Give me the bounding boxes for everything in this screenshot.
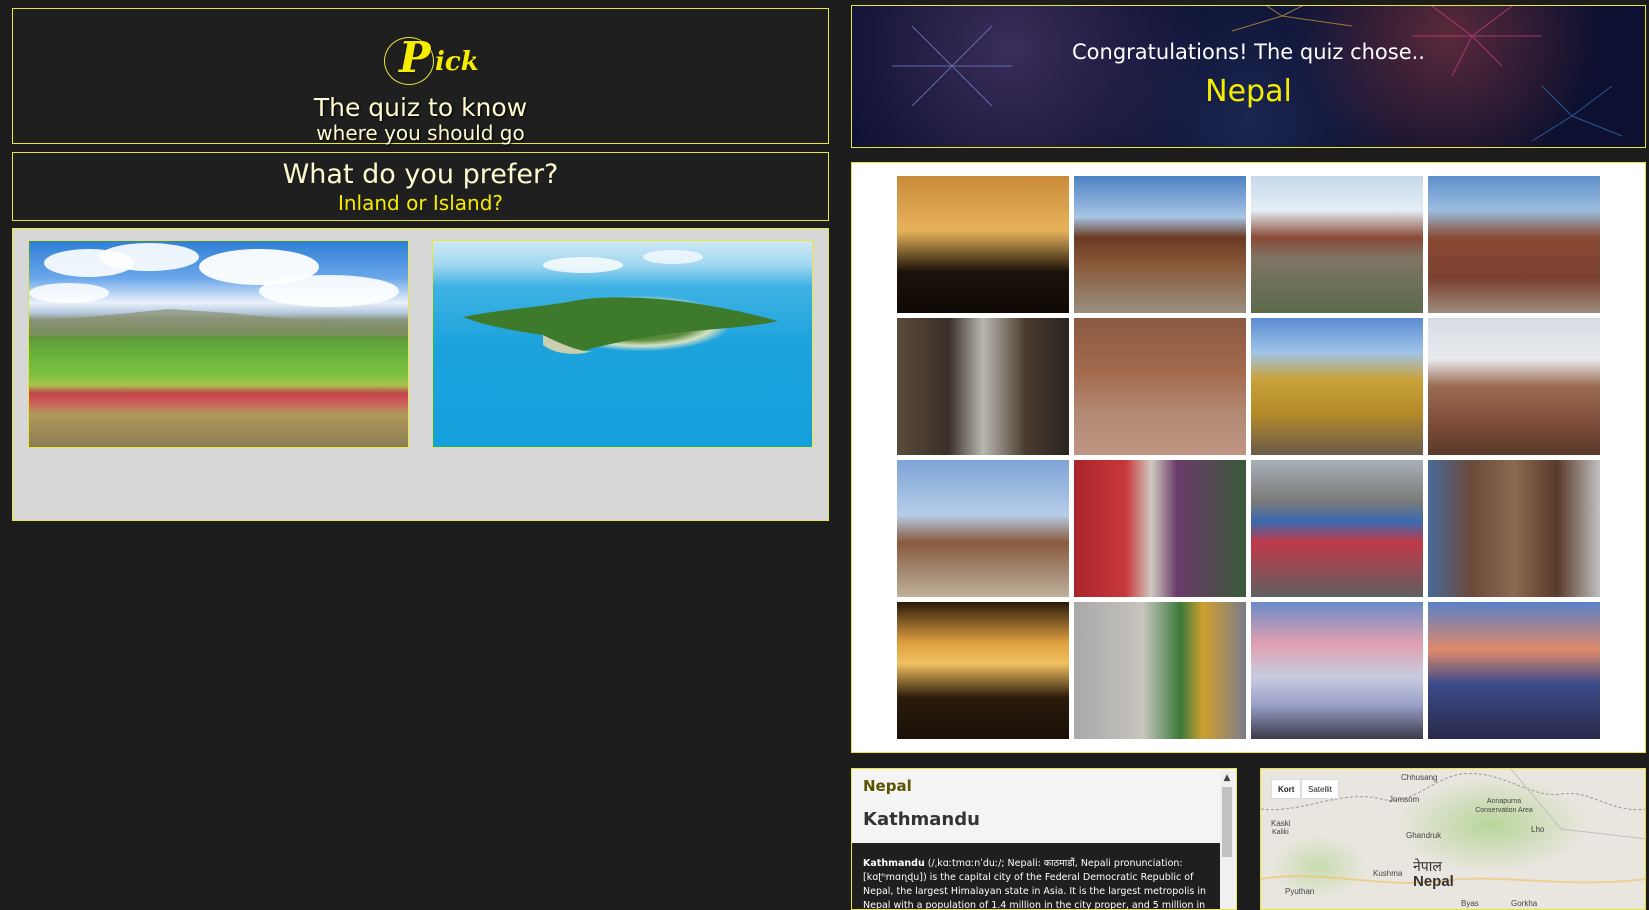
question-subtitle: Inland or Island? xyxy=(337,191,504,215)
map-place-kaski: Kaski xyxy=(1271,819,1291,828)
gallery-thumb-13[interactable] xyxy=(897,602,1069,739)
map-panel[interactable]: Kort Satellit Chhusang Jomsom Annapurna … xyxy=(1260,768,1646,910)
map-country-label: Nepal xyxy=(1413,873,1454,890)
map-place-ghandruk: Ghandruk xyxy=(1406,831,1442,840)
gallery-thumb-6[interactable] xyxy=(1074,318,1246,455)
gallery-thumb-4[interactable] xyxy=(1428,176,1600,313)
map-place-pyuthan: Pyuthan xyxy=(1285,887,1315,896)
map-place-annapurna: Annapurna Conservation Area xyxy=(1475,798,1533,814)
info-country: Nepal xyxy=(863,777,912,795)
gallery-thumb-11[interactable] xyxy=(1251,460,1423,597)
question-panel: What do you prefer? Inland or Island? xyxy=(12,152,829,221)
question-title: What do you prefer? xyxy=(282,159,559,190)
map-type-map-button[interactable]: Kort xyxy=(1271,779,1302,799)
scroll-thumb[interactable] xyxy=(1222,787,1232,857)
map-place-lho: Lho xyxy=(1531,825,1545,834)
map-place-kushma: Kushma xyxy=(1373,869,1403,878)
result-title: Congratulations! The quiz chose.. xyxy=(1072,40,1425,64)
info-scrollbar[interactable]: ▲ xyxy=(1220,771,1234,909)
gallery-thumb-5[interactable] xyxy=(897,318,1069,455)
info-panel: Nepal Kathmandu Kathmandu (/ˌkɑːtmɑːnˈdu… xyxy=(851,768,1237,910)
map-place-kaliki: Kaliki xyxy=(1272,829,1289,836)
result-banner: Congratulations! The quiz chose.. Nepal xyxy=(851,5,1646,148)
map-type-satellite-button[interactable]: Satellit xyxy=(1301,779,1340,799)
map-place-gorkha: Gorkha xyxy=(1511,899,1538,908)
island-shape xyxy=(463,250,778,354)
tagline-line1: The quiz to know xyxy=(313,93,528,122)
tagline-line2: where you should go xyxy=(316,121,525,145)
logo: P ick xyxy=(13,29,828,85)
inland-clouds xyxy=(29,243,408,336)
gallery-thumb-9[interactable] xyxy=(897,460,1069,597)
choice-inland-image[interactable] xyxy=(28,240,409,448)
info-description: Kathmandu (/ˌkɑːtmɑːnˈduː/; Nepali: काठम… xyxy=(852,843,1220,909)
gallery-thumb-2[interactable] xyxy=(1074,176,1246,313)
logo-text: ick xyxy=(435,47,479,77)
map-place-chhusang: Chhusang xyxy=(1401,773,1438,782)
gallery-thumb-7[interactable] xyxy=(1251,318,1423,455)
gallery-thumb-14[interactable] xyxy=(1074,602,1246,739)
gallery-grid xyxy=(897,176,1601,742)
gallery-thumb-8[interactable] xyxy=(1428,318,1600,455)
header-panel: P ick The quiz to know where you should … xyxy=(12,8,829,145)
choice-island-image[interactable] xyxy=(432,240,813,448)
result-country: Nepal xyxy=(1205,74,1292,109)
map-place-byas: Byas xyxy=(1461,899,1479,908)
choices-panel xyxy=(12,228,829,521)
gallery-thumb-15[interactable] xyxy=(1251,602,1423,739)
map-place-jomsom: Jomsom xyxy=(1389,795,1420,804)
info-city: Kathmandu xyxy=(863,809,980,830)
photo-gallery xyxy=(851,162,1646,753)
gallery-thumb-12[interactable] xyxy=(1428,460,1600,597)
scroll-up-icon[interactable]: ▲ xyxy=(1220,771,1234,785)
gallery-thumb-10[interactable] xyxy=(1074,460,1246,597)
logo-letter: P xyxy=(399,33,431,82)
info-description-bold: Kathmandu xyxy=(863,858,925,869)
gallery-thumb-1[interactable] xyxy=(897,176,1069,313)
gallery-thumb-16[interactable] xyxy=(1428,602,1600,739)
gallery-thumb-3[interactable] xyxy=(1251,176,1423,313)
